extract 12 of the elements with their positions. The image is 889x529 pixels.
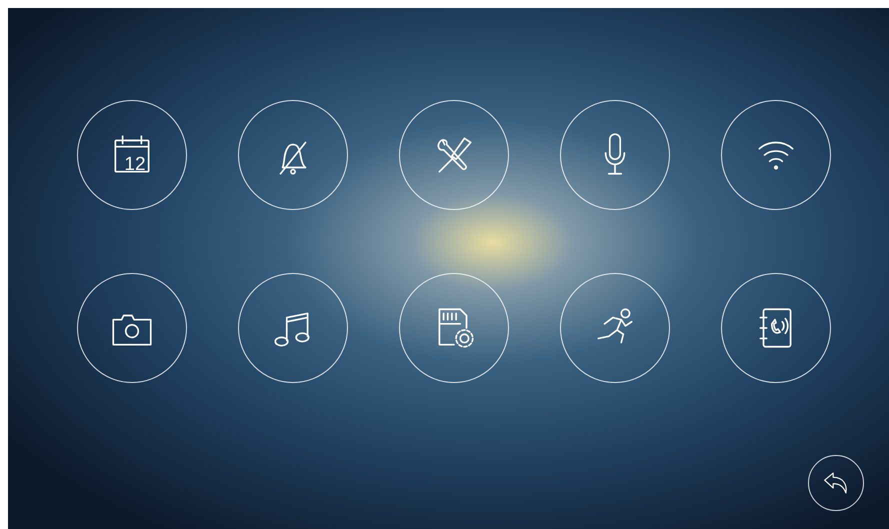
menu-button[interactable] [238, 273, 348, 383]
menu-button[interactable] [560, 273, 670, 383]
menu-button[interactable] [238, 100, 348, 210]
menu-button[interactable] [77, 273, 187, 383]
menu-button[interactable] [399, 100, 509, 210]
back-button[interactable] [808, 455, 864, 511]
day-number: 12 [123, 155, 147, 175]
menu-button[interactable] [721, 273, 831, 383]
menu-button[interactable] [399, 273, 509, 383]
menu-button[interactable]: 12 [77, 100, 187, 210]
menu-button[interactable] [721, 100, 831, 210]
menu-button[interactable] [560, 100, 670, 210]
